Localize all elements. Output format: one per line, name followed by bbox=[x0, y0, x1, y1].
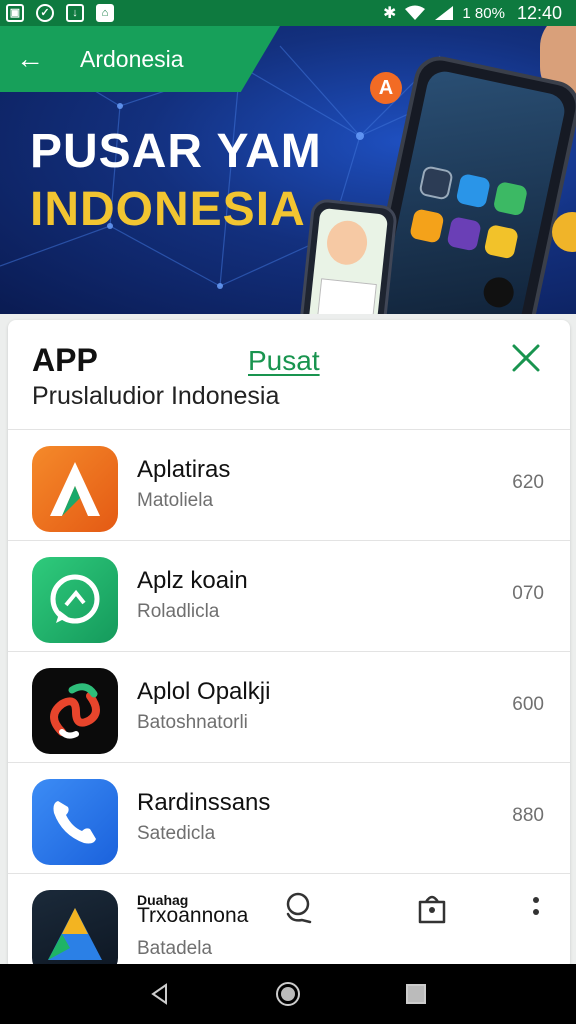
wifi-icon bbox=[405, 5, 426, 20]
system-nav-bar bbox=[0, 964, 576, 1024]
pusat-link[interactable]: Pusat bbox=[248, 345, 320, 377]
back-icon[interactable] bbox=[145, 979, 175, 1009]
message-icon: ✓ bbox=[36, 4, 54, 22]
notification-icons: ▣ ✓ ↓ ⌂ bbox=[6, 4, 114, 22]
hero-headline-2: INDONESIA bbox=[30, 183, 306, 236]
card-header: APP Pusat Pruslaludior Indonesia bbox=[8, 320, 570, 430]
home-icon: ⌂ bbox=[96, 4, 114, 22]
app-value: 880 bbox=[512, 805, 544, 826]
list-item[interactable]: Rardinssans Satedicla 880 bbox=[8, 763, 570, 874]
bag-icon[interactable] bbox=[412, 888, 452, 928]
app-bar-title: Ardonesia bbox=[80, 45, 184, 72]
touch-icon[interactable] bbox=[278, 888, 318, 928]
list-item[interactable]: Aplz koain Roladlicla 070 bbox=[8, 541, 570, 652]
app-subtitle: Matoliela bbox=[137, 490, 214, 511]
app-subtitle: Roladlicla bbox=[137, 601, 220, 622]
a-badge: A bbox=[370, 72, 402, 104]
card-title: APP bbox=[32, 342, 98, 378]
small-phone-illustration bbox=[297, 197, 399, 314]
app-list-card: APP Pusat Pruslaludior Indonesia Aplatir… bbox=[8, 320, 570, 970]
battery-level: 1 80% bbox=[462, 4, 505, 22]
list-item[interactable]: Aplatiras Matoliela 620 bbox=[8, 430, 570, 541]
orange-a-icon bbox=[32, 446, 118, 532]
app-name: Trxoannona bbox=[137, 904, 249, 927]
app-subtitle: Satedicla bbox=[137, 823, 216, 844]
clock: 12:40 bbox=[516, 2, 562, 23]
list-item[interactable]: Aplol Opalkji Batoshnatorli 600 bbox=[8, 652, 570, 763]
card-subtitle: Pruslaludior Indonesia bbox=[32, 382, 280, 410]
app-subtitle: Batadela bbox=[137, 938, 213, 959]
triangle-a-icon bbox=[32, 890, 118, 970]
app-value: 620 bbox=[512, 472, 544, 493]
app-name: Aplz koain bbox=[137, 567, 248, 594]
signal-icon bbox=[435, 6, 454, 20]
home-icon[interactable] bbox=[273, 979, 303, 1009]
status-bar: ▣ ✓ ↓ ⌂ ✱ 1 80% 12:40 bbox=[0, 0, 576, 26]
download-icon: ↓ bbox=[66, 4, 84, 22]
system-indicators: ✱ 1 80% 12:40 bbox=[383, 3, 562, 24]
app-value: 600 bbox=[512, 694, 544, 715]
app-value: 070 bbox=[512, 583, 544, 604]
app-name: Aplatiras bbox=[137, 456, 231, 483]
app-bar: ← Ardonesia bbox=[0, 26, 280, 92]
app-name: Rardinssans bbox=[137, 789, 271, 816]
recents-icon[interactable] bbox=[401, 979, 431, 1009]
app-subtitle: Batoshnatorli bbox=[137, 712, 248, 733]
bluetooth-icon: ✱ bbox=[383, 5, 397, 22]
green-chat-icon bbox=[32, 557, 118, 643]
app-name: Aplol Opalkji bbox=[137, 678, 271, 705]
close-icon[interactable] bbox=[508, 340, 544, 376]
photo-icon: ▣ bbox=[6, 4, 24, 22]
more-icon[interactable] bbox=[516, 888, 556, 928]
back-arrow-icon[interactable]: ← bbox=[16, 45, 46, 73]
swirl-icon bbox=[32, 668, 118, 754]
hero-headline-1: PUSAR YAM bbox=[30, 125, 322, 178]
phone-icon bbox=[32, 779, 118, 865]
hero-banner: A ← Ardonesia PUSAR YAM INDONESIA bbox=[0, 26, 576, 314]
card-toolbar bbox=[270, 880, 570, 940]
